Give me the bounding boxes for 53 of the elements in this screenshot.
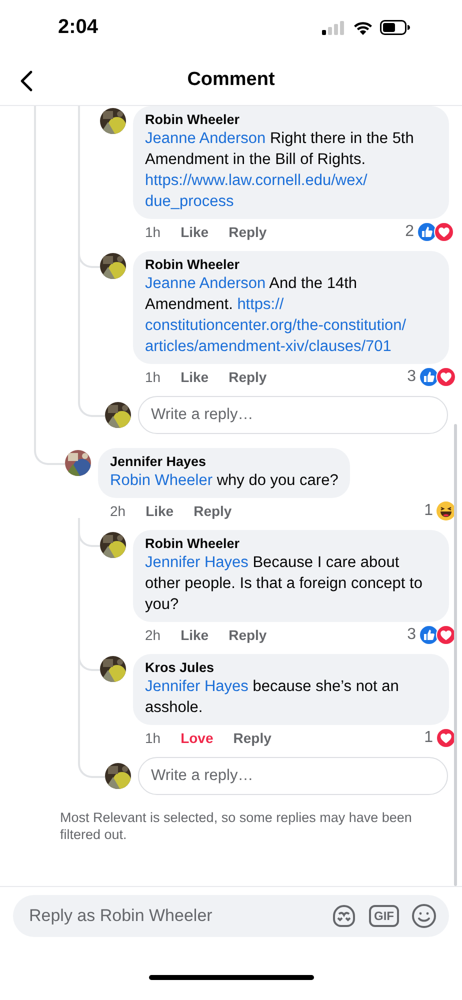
reaction-button[interactable]: Like [180,369,209,385]
reply-button[interactable]: Reply [228,627,267,643]
reaction-count: 2 [405,223,414,241]
link[interactable]: https:// [237,296,284,313]
reaction-count: 3 [407,626,416,644]
timestamp: 2h [110,503,126,519]
timestamp: 1h [145,369,161,385]
comment-text: Jeanne Anderson And the 14th Amendment. https:// constitutioncenter.org/the-constitution/ articles/amendment-xiv/clauses/701 [145,274,408,357]
laughing-face-icon [436,501,456,521]
reply-button[interactable]: Reply [194,503,232,519]
comment-field[interactable]: Reply as Robin Wheeler GIF [13,895,449,937]
reaction-button[interactable]: Love [180,730,214,746]
reply-button[interactable]: Reply [228,224,267,240]
author-name: Robin Wheeler [145,257,241,272]
mention-link[interactable]: Jennifer Hayes [145,678,248,695]
gif-button[interactable]: GIF [369,905,399,927]
page-title: Comment [187,69,275,91]
reaction-count: 1 [424,502,433,520]
reply-button[interactable]: Reply [233,730,272,746]
author-name: Kros Jules [145,660,216,675]
reaction-button[interactable]: Like [180,224,209,240]
signal-icon [322,20,346,34]
timestamp: 2h [145,627,161,643]
filter-note: Most Relevant is selected, so some replies may have been filtered out. [60,809,413,843]
wifi-icon [353,20,373,35]
reaction-button[interactable]: Like [180,627,209,643]
comment-text: Robin Wheeler why do you care? [110,471,338,491]
author-name: Robin Wheeler [145,112,241,127]
reply-button[interactable]: Reply [228,369,267,385]
comment-text: Jennifer Hayes because she’s not an asshole. [145,677,400,718]
mention-link[interactable]: Jeanne Anderson [145,275,266,292]
emoji-icon[interactable] [411,903,437,929]
link[interactable]: https://www.law.cornell.edu/wex/ [145,172,368,189]
sticker-icon[interactable] [331,903,357,929]
status-time: 2:04 [58,16,98,39]
comment-text: Jeanne Anderson Right there in the 5th Amendment in the Bill of Rights. https://www.law.cornell.edu/wex/ due_process [145,129,415,212]
reply-field[interactable]: Write a reply… [138,396,448,434]
reaction-button[interactable]: Like [146,503,174,519]
comment-text: Jennifer Hayes Because I care about other people. Is that a foreign concept to you? [145,553,424,615]
link[interactable]: articles/amendment-xiv/clauses/701 [145,338,392,355]
timestamp: 1h [145,730,161,746]
mention-link[interactable]: Jennifer Hayes [145,554,248,571]
reaction-count: 3 [407,368,416,386]
link[interactable]: constitutioncenter.org/the-constitution/ [145,317,406,334]
reply-field[interactable]: Write a reply… [138,757,448,795]
mention-link[interactable]: Robin Wheeler [110,472,213,489]
author-name: Jennifer Hayes [110,454,208,469]
battery-icon [380,20,410,35]
mention-link[interactable]: Jeanne Anderson [145,130,266,147]
timestamp: 1h [145,224,161,240]
link[interactable]: due_process [145,193,234,210]
author-name: Robin Wheeler [145,536,241,551]
reaction-count: 1 [424,729,433,747]
